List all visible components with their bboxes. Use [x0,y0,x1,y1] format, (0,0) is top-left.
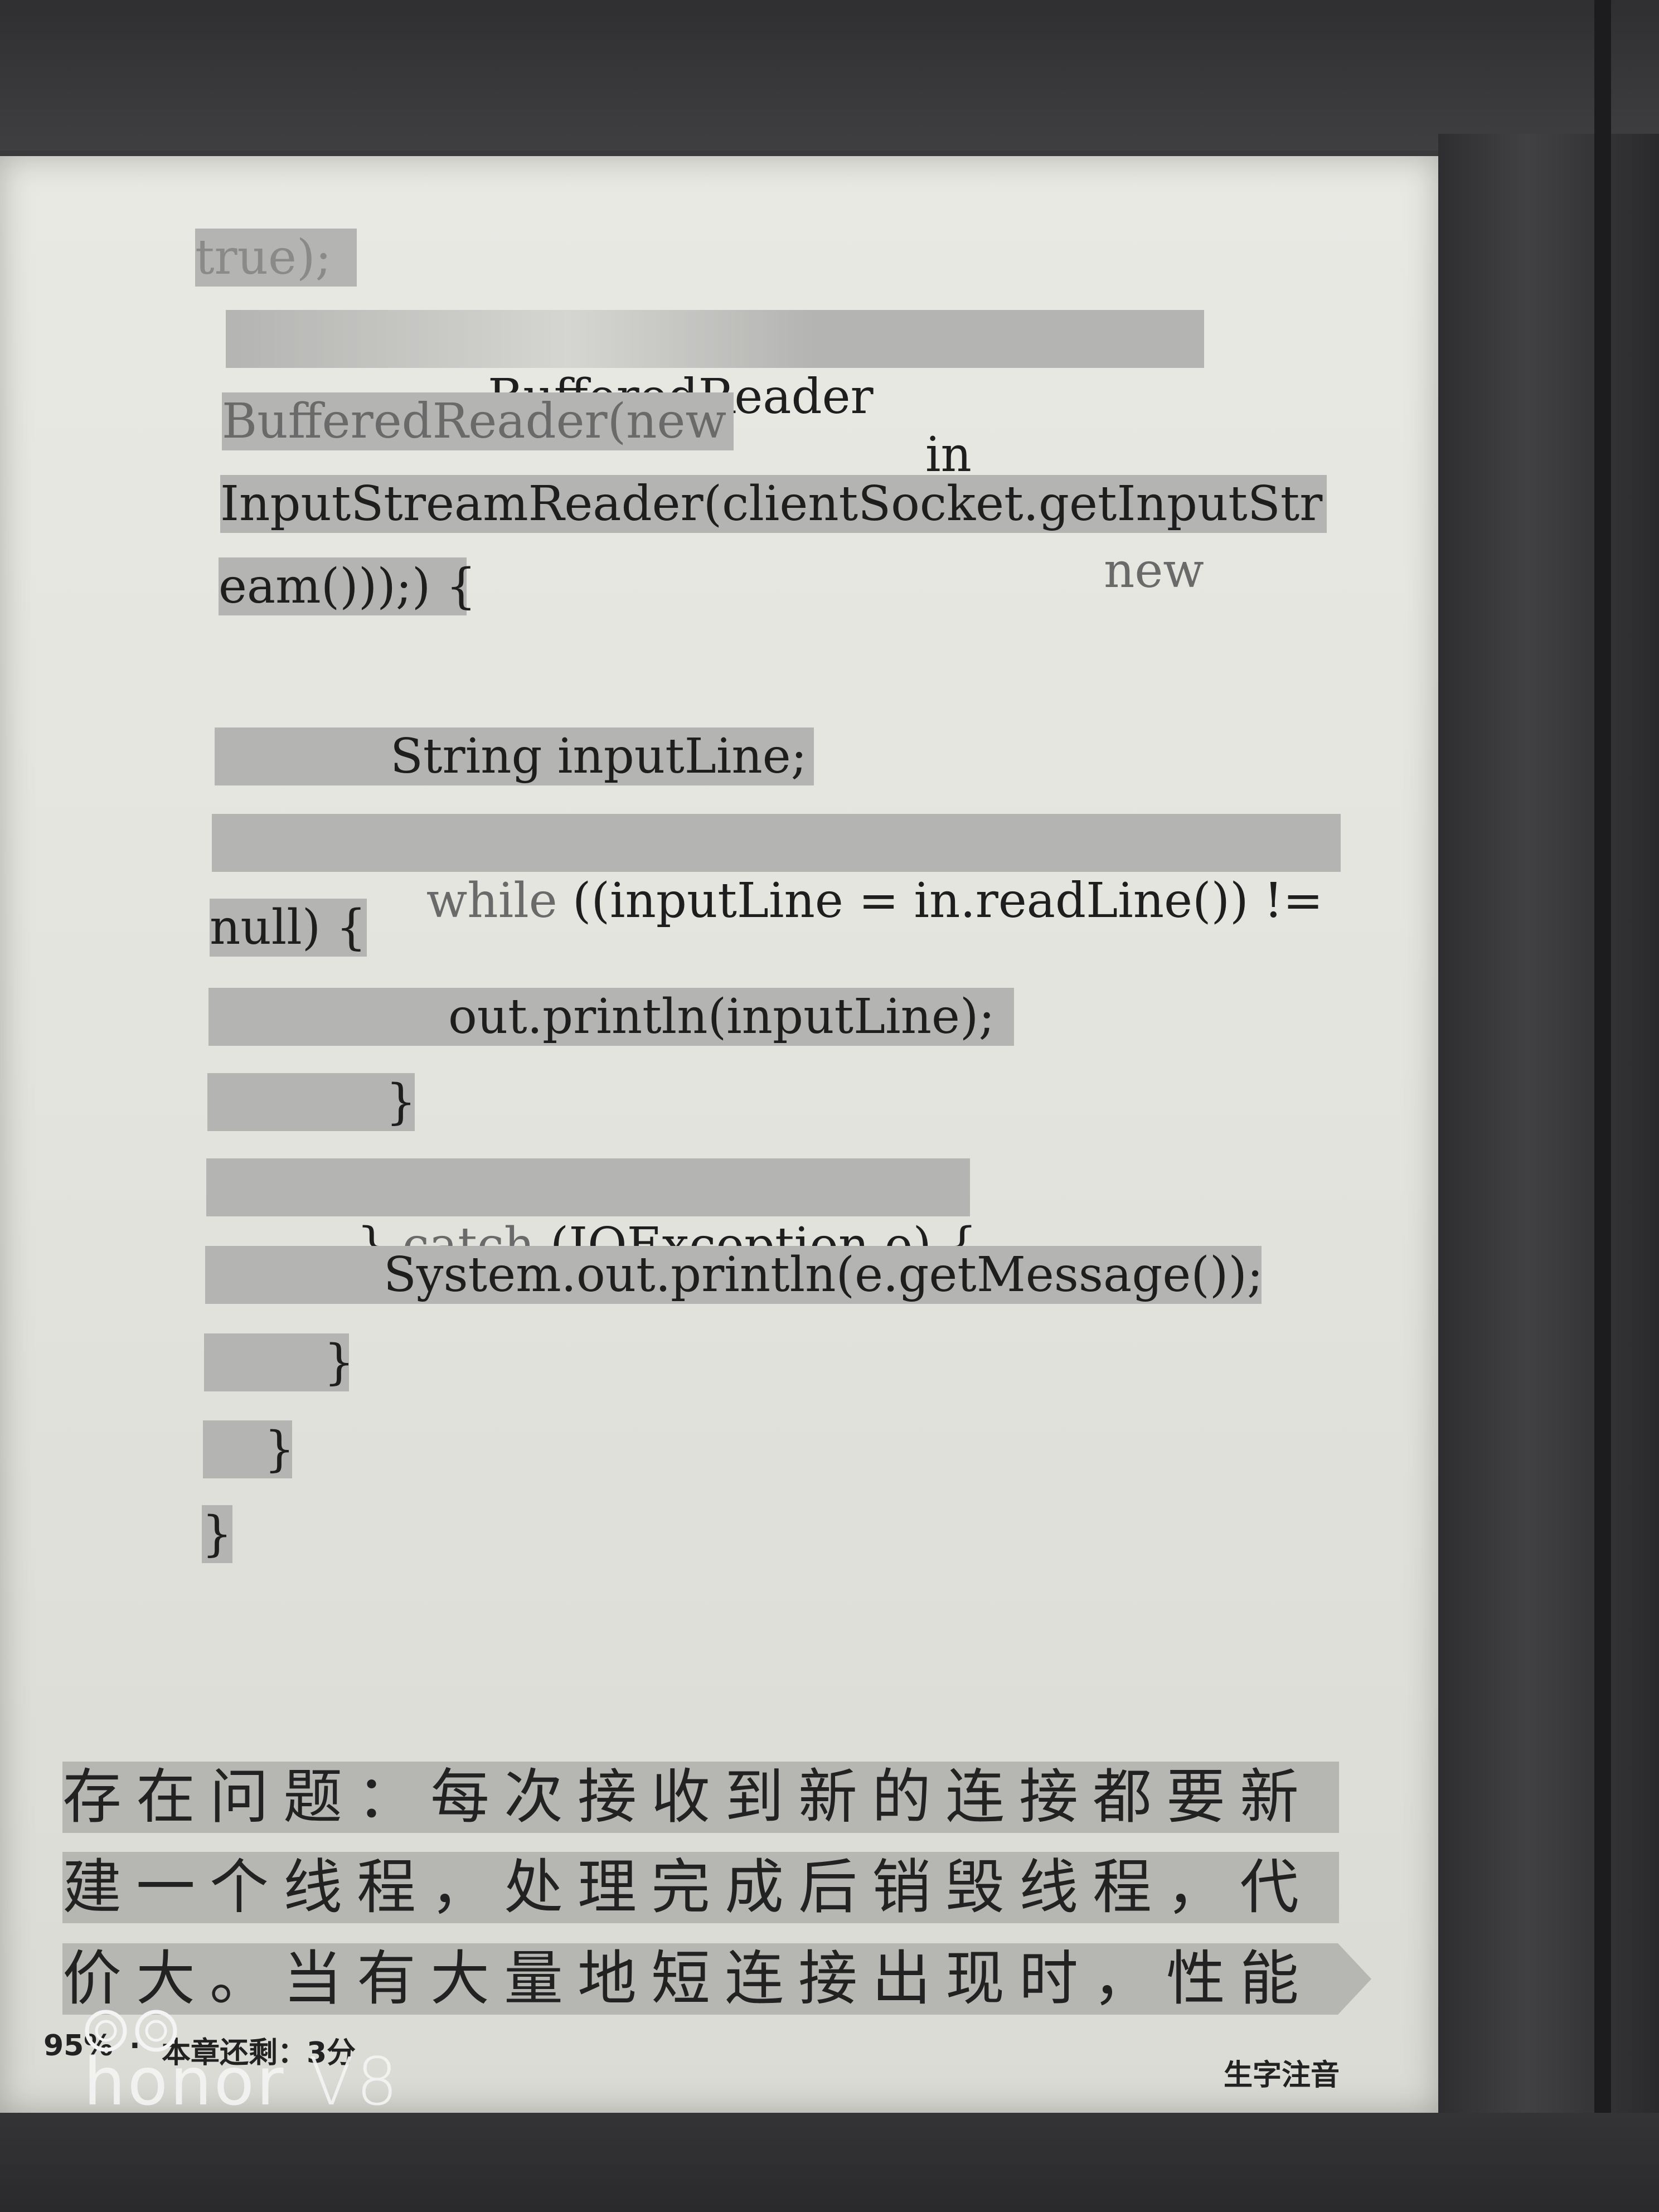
code-line-while: while ((inputLine = in.readLine()) != [212,814,1341,929]
code-line-null: null) { [210,899,367,957]
code-line-println: out.println(inputLine); [208,988,1014,1046]
code-keyword: new [1104,543,1204,599]
device-bezel-edge [1594,0,1611,2212]
code-line-string-decl: String inputLine; [215,727,814,785]
code-line-close-brace-4: } [202,1505,232,1563]
watermark-brand: honor [84,2043,286,2120]
code-line-catch: } catch (IOException e) { [206,1158,977,1273]
device-bezel-bottom [0,2113,1659,2212]
device-bezel-right [1438,134,1659,2212]
code-line-close-brace-3: } [203,1420,295,1478]
camera-watermark: honor V8 [84,2043,400,2120]
watermark-model: V8 [309,2043,400,2120]
code-line-inputstreamreader: InputStreamReader(clientSocket.getInputS… [220,475,1327,533]
highlight-continue-arrow [1338,1943,1371,2015]
code-line-eam: eam()));) { [219,557,477,615]
code-line-true: true); [195,229,357,287]
pinyin-annotation-button[interactable]: 生字注音 [1224,2051,1340,2093]
body-text-line-1: 存在问题：每次接收到新的连接都要新 [62,1762,1339,1833]
code-line-bufferedreader-new: BufferedReader(new [222,392,734,450]
body-text-line-3: 价大。当有大量地短连接出现时，性能 [62,1943,1338,2015]
device-bezel-top [0,0,1659,151]
code-line-bufferedreader-decl: BufferedReader in = new [226,310,1204,599]
code-line-sysout: System.out.println(e.getMessage()); [205,1246,1263,1304]
code-line-close-brace-2: } [204,1333,355,1391]
code-line-close-brace-1: } [207,1073,416,1131]
body-text-line-2: 建一个线程，处理完成后销毁线程，代 [62,1852,1339,1923]
